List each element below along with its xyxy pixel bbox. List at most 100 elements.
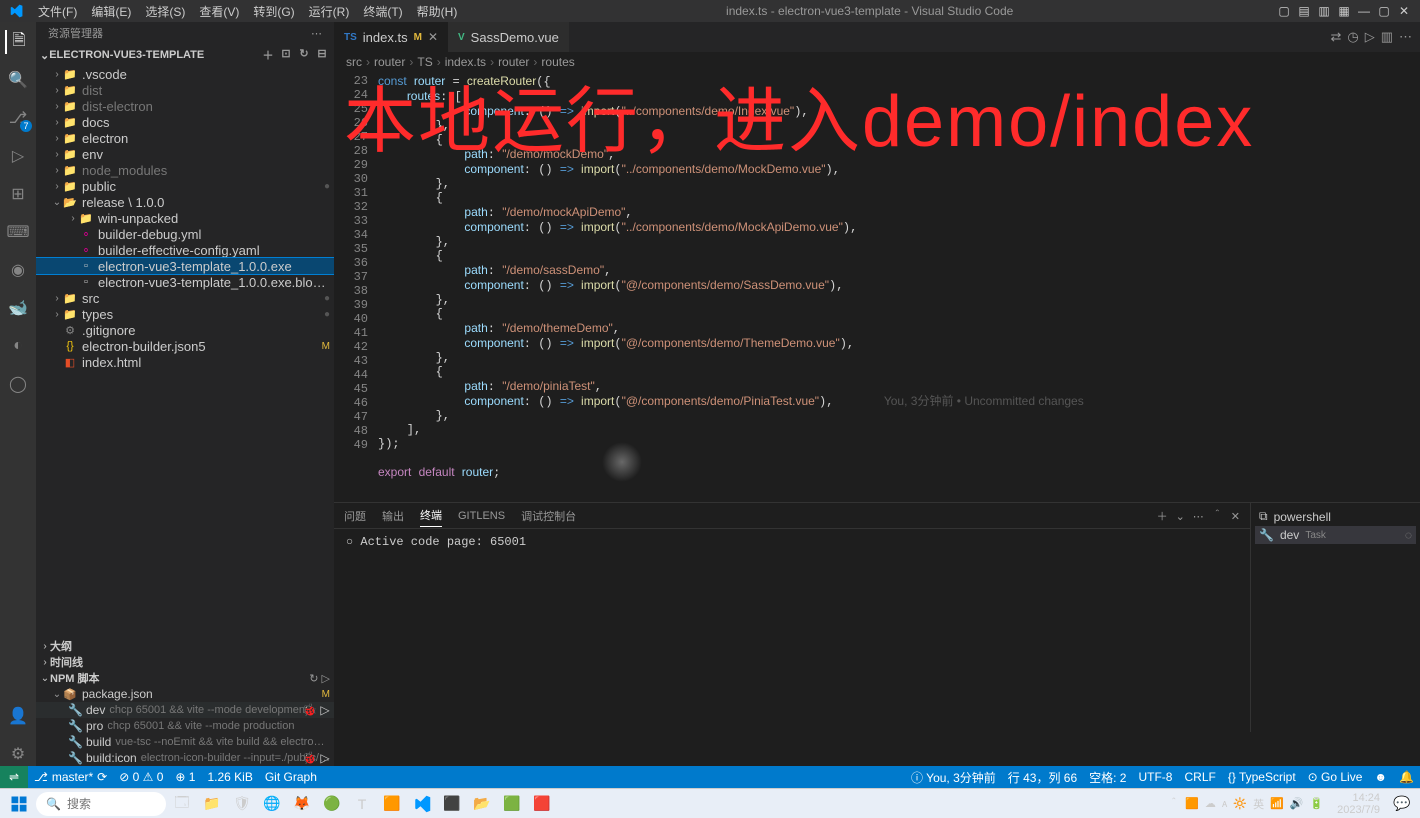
new-file-icon[interactable]: ＋ [260,47,276,63]
new-folder-icon[interactable]: ⊡ [278,47,294,63]
tree-item[interactable]: ▫electron-vue3-template_1.0.0.exe.blockm… [36,274,334,290]
cursor-status[interactable]: 行 43，列 66 [1002,766,1083,788]
debug-icon[interactable]: 🐞 [302,751,316,765]
docker-icon[interactable]: 🐋 [6,296,30,320]
tree-item[interactable]: ▫electron-vue3-template_1.0.0.exe [36,258,334,274]
settings-icon[interactable]: ⚙ [6,742,30,766]
volume-icon[interactable]: 🔊 [1290,797,1304,810]
compare-icon[interactable]: ⇄ [1330,29,1341,45]
eol-status[interactable]: CRLF [1178,766,1221,788]
tree-item[interactable]: ›📁dist [36,82,334,98]
close-icon[interactable]: ✕ [428,30,438,44]
debug-icon[interactable]: ▷ [6,144,30,168]
taskbar-vscode[interactable] [408,791,436,817]
taskbar-app[interactable]: 🟢 [318,791,346,817]
taskbar-app[interactable]: 📂 [468,791,496,817]
npm-package[interactable]: ⌄ 📦 package.json M [36,686,334,702]
collapse-icon[interactable]: ⊟ [314,47,330,63]
menu-item[interactable]: 查看(V) [193,1,245,22]
tree-item[interactable]: ›📁src● [36,290,334,306]
project-header[interactable]: ⌄ ELECTRON-VUE3-TEMPLATE ＋ ⊡ ↻ ⊟ [36,44,334,66]
maximize-icon[interactable]: ＾ [1212,508,1223,526]
menu-item[interactable]: 帮助(H) [411,1,464,22]
tree-item[interactable]: ›📁.vscode [36,66,334,82]
tree-item[interactable]: ›📁docs [36,114,334,130]
more-icon[interactable]: ⋯ [1399,29,1412,45]
encoding-status[interactable]: UTF-8 [1132,766,1178,788]
close-button[interactable]: ✕ [1396,4,1412,18]
tree-item[interactable]: {}electron-builder.json5M [36,338,334,354]
problems-status[interactable]: ⊘ 0 ⚠ 0 [113,766,169,788]
tree-item[interactable]: ⚬builder-effective-config.yaml [36,242,334,258]
history-icon[interactable]: ◷ [1347,29,1358,45]
golive-status[interactable]: ⊙ Go Live [1302,766,1369,788]
panel-tab[interactable]: GITLENS [458,507,505,525]
more-icon[interactable]: ⋯ [311,27,322,40]
new-terminal-icon[interactable]: ＋ [1157,508,1168,526]
bell-icon[interactable]: 🔔 [1393,766,1420,788]
run-icon[interactable]: ▷ [1365,29,1375,45]
language-status[interactable]: {} TypeScript [1222,766,1302,788]
run-icon[interactable]: ▷ [318,751,332,765]
tree-item[interactable]: ⚬builder-debug.yml [36,226,334,242]
close-icon[interactable]: ✕ [1231,508,1240,526]
panel-tab[interactable]: 终端 [420,504,442,527]
explorer-icon[interactable]: 🗎 [5,30,29,54]
tree-item[interactable]: ⚙.gitignore [36,322,334,338]
remote-indicator[interactable]: ⇌ [0,766,28,788]
tree-item[interactable]: ›📁dist-electron [36,98,334,114]
gitlens-icon[interactable]: ◉ [6,258,30,282]
taskbar-app[interactable]: 🌐 [258,791,286,817]
gitgraph-status[interactable]: Git Graph [259,766,323,788]
tray-icon[interactable]: 🔆 [1233,797,1247,810]
tree-item[interactable]: ›📁electron [36,130,334,146]
editor-tab[interactable]: VSassDemo.vue [448,22,569,52]
wifi-icon[interactable]: 📶 [1270,797,1284,810]
npm-script[interactable]: 🔧devchcp 65001 && vite --mode developmen… [36,702,334,718]
tree-item[interactable]: ›📁public● [36,178,334,194]
menu-item[interactable]: 终端(T) [357,1,408,22]
taskbar-clock[interactable]: 14:24 2023/7/9 [1331,792,1386,816]
dropdown-icon[interactable]: ⌄ [1176,508,1185,526]
layout-icon[interactable]: ▦ [1336,4,1352,18]
run-icon[interactable]: ▷ [318,703,332,717]
taskbar-app[interactable]: 🟥 [528,791,556,817]
breadcrumb-item[interactable]: index.ts [445,55,486,69]
menu-item[interactable]: 转到(G) [247,1,300,22]
breadcrumb[interactable]: src›router›TS›index.ts›router›routes [334,52,1420,72]
battery-icon[interactable]: 🔋 [1309,797,1323,810]
npm-script[interactable]: 🔧buildvue-tsc --noEmit && vite build && … [36,734,334,750]
breadcrumb-item[interactable]: src [346,55,362,69]
layout-icon[interactable]: ▤ [1296,4,1312,18]
npm-section[interactable]: ⌄ NPM 脚本 ↻ ▷ [36,670,334,686]
terminal-output[interactable]: ○ Active code page: 65001 [334,529,1250,732]
refresh-icon[interactable]: ↻ [309,673,318,685]
blame-status[interactable]: ⓘ You, 3分钟前 [905,766,1002,788]
search-input[interactable] [67,797,147,811]
start-button[interactable] [4,791,34,817]
maximize-button[interactable]: ▢ [1376,4,1392,18]
ports-status[interactable]: ⊕ 1 [169,766,201,788]
source-control-icon[interactable]: ⎇7 [6,106,30,130]
tree-item[interactable]: ⌄📂release \ 1.0.0 [36,194,334,210]
taskbar-app[interactable]: ⬛ [438,791,466,817]
breadcrumb-item[interactable]: router [498,55,529,69]
layout-icon[interactable]: ▥ [1316,4,1332,18]
panel-tab[interactable]: 输出 [382,505,404,527]
live-icon[interactable]: ◐ [6,334,30,358]
tray-icon[interactable]: ᴀ [1222,798,1227,810]
layout-icon[interactable]: ▢ [1276,4,1292,18]
split-icon[interactable]: ▥ [1381,29,1393,45]
tree-item[interactable]: ›📁types● [36,306,334,322]
tree-item[interactable]: ›📁node_modules [36,162,334,178]
taskbar-search[interactable]: 🔍 [36,792,166,816]
editor-tab[interactable]: TSindex.tsM✕ [334,22,448,52]
refresh-icon[interactable]: ↻ [296,47,312,63]
taskbar-app[interactable]: 📁 [198,791,226,817]
tray-icon[interactable]: 🟧 [1185,797,1199,810]
github-icon[interactable]: ◯ [6,372,30,396]
taskbar-app[interactable]: 🟩 [498,791,526,817]
run-icon[interactable]: ▷ [322,673,330,685]
taskbar-app[interactable]: 🦊 [288,791,316,817]
feedback-icon[interactable]: ☻ [1368,766,1393,788]
